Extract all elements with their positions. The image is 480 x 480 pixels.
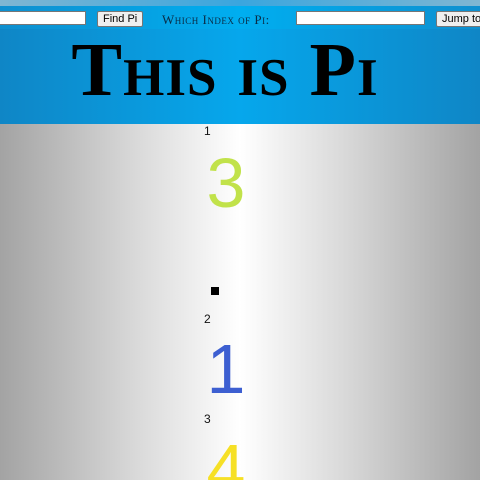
digit-index: 3 [204, 412, 211, 426]
toolbar-stripe [0, 0, 480, 6]
digit-index: 1 [204, 124, 211, 138]
decimal-point [211, 287, 219, 295]
page-title: This is Pi [71, 28, 379, 112]
jump-to-button[interactable]: Jump to [436, 11, 480, 27]
index-prompt-label: Which Index of Pi: [162, 12, 270, 27]
pi-search-input[interactable] [0, 11, 86, 25]
digit-index: 2 [204, 312, 211, 326]
index-input[interactable] [296, 11, 425, 25]
find-pi-button[interactable]: Find Pi [97, 11, 144, 27]
digit-value: 4 [206, 430, 246, 480]
title-banner: This is Pi [0, 29, 480, 124]
top-toolbar: Find Pi Which Index of Pi: Jump to [0, 0, 480, 29]
digit-value: 1 [206, 330, 246, 408]
digit-value: 3 [206, 144, 246, 222]
